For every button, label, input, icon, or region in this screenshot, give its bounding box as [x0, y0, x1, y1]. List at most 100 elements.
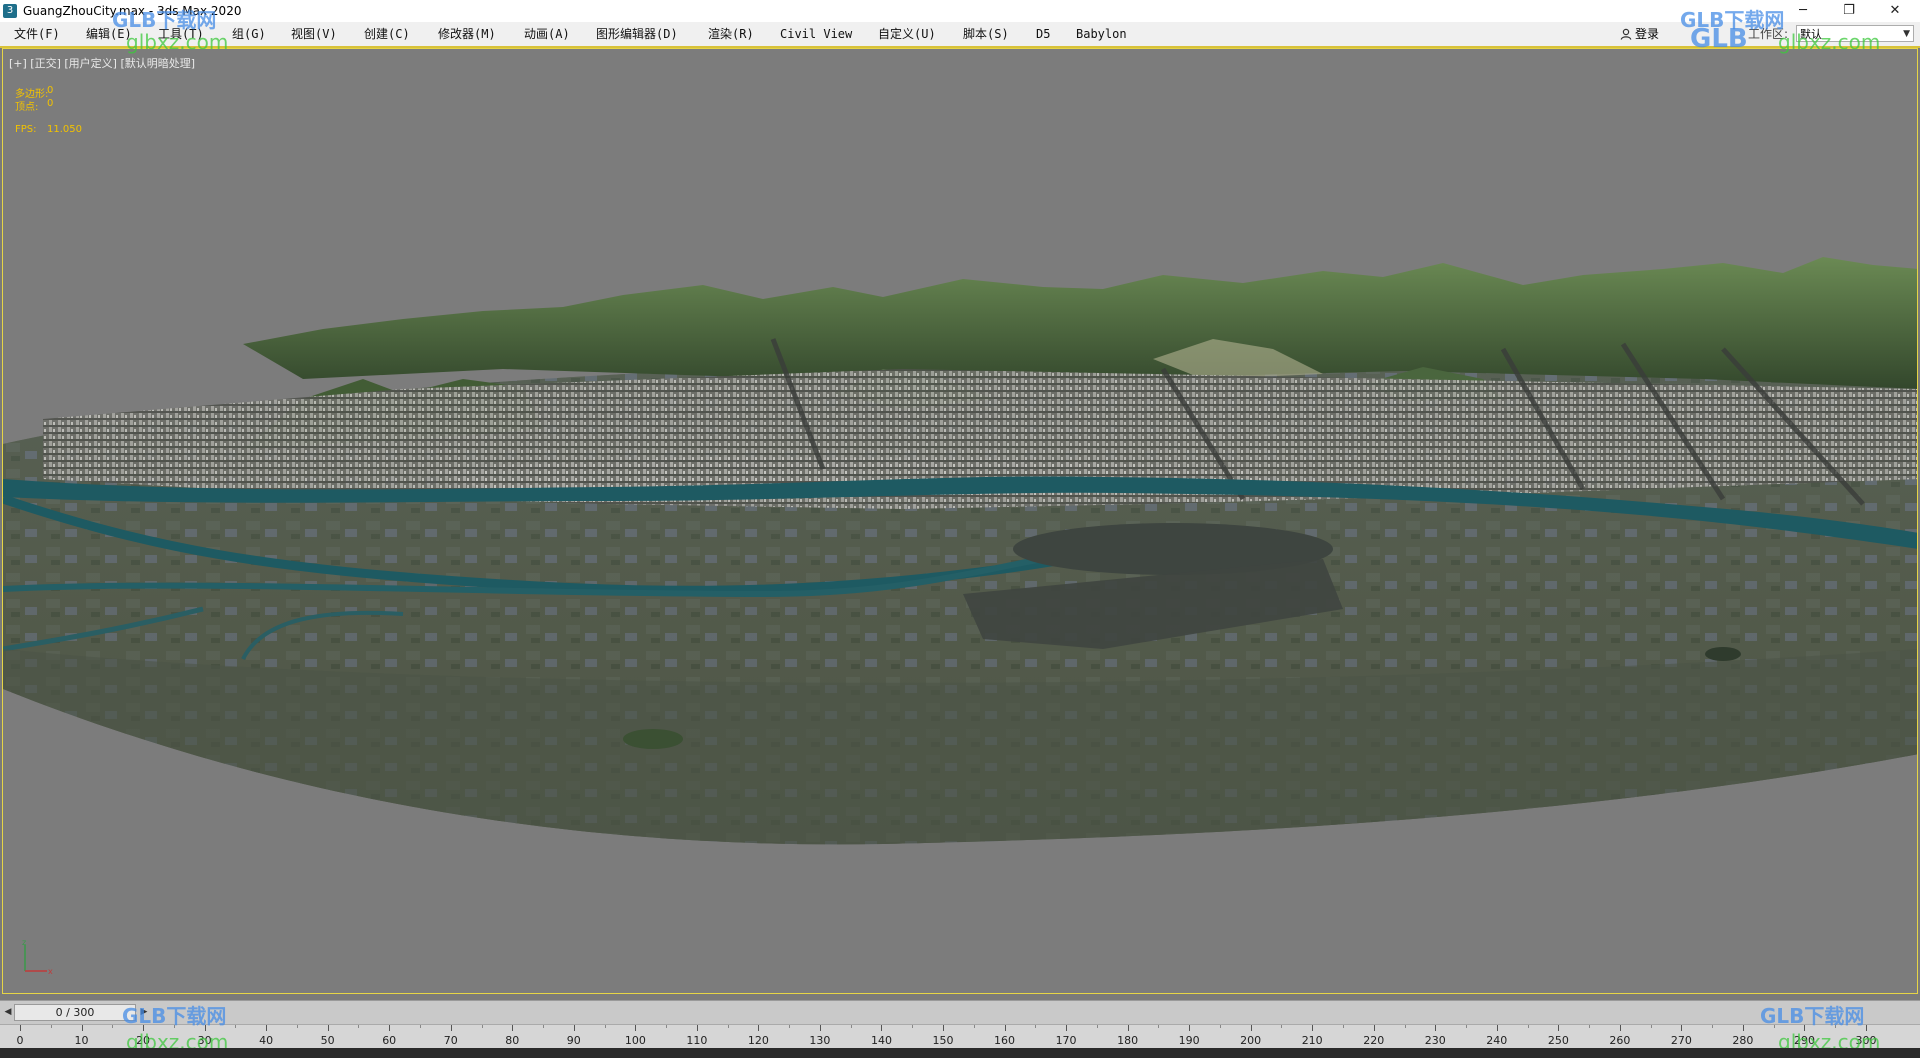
- timeline-tick-label: 160: [994, 1034, 1016, 1047]
- timeline-tick: [758, 1025, 760, 1031]
- fps-value: 11.050: [47, 124, 82, 135]
- timeline-tick: [1527, 1025, 1529, 1028]
- timeline-tick: [1373, 1025, 1375, 1031]
- timeline-tick: [512, 1025, 514, 1031]
- timeline-tick-label: 130: [809, 1034, 831, 1047]
- menu-animation[interactable]: 动画(A): [524, 22, 570, 46]
- user-icon: [1620, 28, 1632, 40]
- timeline-tick: [1589, 1025, 1591, 1028]
- timeline-tick: [881, 1025, 883, 1031]
- menu-customize[interactable]: 自定义(U): [878, 22, 936, 46]
- maximize-button[interactable]: ❐: [1826, 0, 1872, 22]
- timeline-tick: [1712, 1025, 1714, 1028]
- timeline-tick: [1312, 1025, 1314, 1031]
- timeline-tick: [1066, 1025, 1068, 1031]
- workspace-dropdown[interactable]: 默认 ▼: [1796, 25, 1914, 42]
- timeline-tick: [1004, 1025, 1006, 1031]
- timeline-tick: [1404, 1025, 1406, 1028]
- timeline-tick: [1342, 1025, 1344, 1028]
- timeline-tick: [419, 1025, 421, 1028]
- timeline-tick: [112, 1025, 114, 1028]
- menu-create[interactable]: 创建(C): [364, 22, 410, 46]
- timeline-tick: [1619, 1025, 1621, 1031]
- timeline-tick: [1435, 1025, 1437, 1031]
- timeline-tick-label: 90: [566, 1034, 581, 1047]
- timeline-tick-label: 70: [443, 1034, 458, 1047]
- timeline-tick: [1189, 1025, 1191, 1031]
- menu-civil-view[interactable]: Civil View: [780, 22, 852, 46]
- vertices-label: 顶点:: [15, 102, 39, 113]
- timeline-tick-label: 10: [74, 1034, 89, 1047]
- timeline-tick-label: 50: [320, 1034, 335, 1047]
- timeline-tick-label: 20: [136, 1034, 151, 1047]
- timeline-tick-label: 120: [747, 1034, 769, 1047]
- menu-babylon[interactable]: Babylon: [1076, 22, 1127, 46]
- timeline-tick-label: 180: [1117, 1034, 1139, 1047]
- timeline-tick-label: 40: [259, 1034, 274, 1047]
- timeline-tick-label: 300: [1855, 1034, 1877, 1047]
- timeline-tick: [1219, 1025, 1221, 1028]
- chevron-left-icon[interactable]: ◀: [2, 1004, 14, 1021]
- timeline-tick: [327, 1025, 329, 1031]
- timeline-tick: [696, 1025, 698, 1031]
- time-slider-bar: ◀ 0 / 300 ▶: [0, 1000, 1920, 1025]
- timeline-tick: [573, 1025, 575, 1031]
- timeline-tick: [296, 1025, 298, 1028]
- menu-view[interactable]: 视图(V): [291, 22, 337, 46]
- chevron-right-icon[interactable]: ▶: [138, 1004, 150, 1021]
- timeline-tick-label: 110: [686, 1034, 708, 1047]
- menu-group[interactable]: 组(G): [232, 22, 266, 46]
- timeline-tick: [666, 1025, 668, 1028]
- timeline-tick: [1035, 1025, 1037, 1028]
- timeline-tick: [1127, 1025, 1129, 1031]
- login-button[interactable]: 登录: [1620, 22, 1659, 46]
- menu-scripting[interactable]: 脚本(S): [963, 22, 1009, 46]
- close-button[interactable]: ✕: [1872, 0, 1918, 22]
- minimize-button[interactable]: ─: [1780, 0, 1826, 22]
- menu-rendering[interactable]: 渲染(R): [708, 22, 754, 46]
- time-slider[interactable]: 0 / 300: [14, 1004, 136, 1021]
- timeline-tick: [604, 1025, 606, 1028]
- chevron-down-icon: ▼: [1903, 29, 1910, 39]
- menu-tools[interactable]: 工具(T): [158, 22, 204, 46]
- timeline-tick-label: 170: [1055, 1034, 1077, 1047]
- menu-edit[interactable]: 编辑(E): [86, 22, 132, 46]
- timeline-tick-label: 220: [1363, 1034, 1385, 1047]
- timeline-tick: [50, 1025, 52, 1028]
- viewport-label[interactable]: [+] [正交] [用户定义] [默认明暗处理]: [9, 55, 195, 71]
- workspace-value: 默认: [1800, 28, 1822, 41]
- timeline-tick: [1866, 1025, 1867, 1031]
- title-bar: 3 GuangZhouCity.max - 3ds Max 2020 ─ ❐ ✕: [0, 0, 1920, 22]
- timeline-tick: [1558, 1025, 1560, 1031]
- axis-tripod-icon: z x: [22, 939, 53, 976]
- menu-d5[interactable]: D5: [1036, 22, 1050, 46]
- timeline-tick-label: 270: [1670, 1034, 1692, 1047]
- timeline-tick: [943, 1025, 944, 1031]
- login-label: 登录: [1635, 27, 1660, 41]
- timeline-tick: [1835, 1025, 1837, 1028]
- menu-graph-editors[interactable]: 图形编辑器(D): [596, 22, 678, 46]
- timeline-tick: [450, 1025, 452, 1031]
- menu-file[interactable]: 文件(F): [14, 22, 60, 46]
- timeline-tick: [143, 1025, 145, 1031]
- track-bar[interactable]: 0 10 20 30 40 50 60 70 80 90 100 110 120 130 140 150 160…: [0, 1024, 1920, 1049]
- timeline-tick: [81, 1025, 83, 1031]
- timeline-tick-label: 260: [1609, 1034, 1631, 1047]
- timeline-tick: [481, 1025, 483, 1028]
- menu-modifiers[interactable]: 修改器(M): [438, 22, 496, 46]
- axis-x-label: x: [48, 967, 53, 976]
- timeline-tick: [389, 1025, 391, 1031]
- timeline-tick: [204, 1025, 206, 1031]
- timeline-tick-label: 200: [1240, 1034, 1262, 1047]
- timeline-tick-label: 140: [870, 1034, 892, 1047]
- timeline-tick: [1742, 1025, 1744, 1031]
- timeline-tick: [727, 1025, 729, 1028]
- city-terrain-render: [3, 257, 1917, 845]
- axis-z-label: z: [22, 939, 26, 947]
- timeline-tick-label: 0: [16, 1034, 24, 1047]
- timeline-tick: [635, 1025, 637, 1031]
- timeline-tick: [1250, 1025, 1252, 1031]
- timeline-tick: [789, 1025, 791, 1028]
- perspective-viewport[interactable]: [+] [正交] [用户定义] [默认明暗处理] 多边形: 0 顶点: 0 FP…: [2, 48, 1918, 994]
- timeline-tick: [1773, 1025, 1775, 1028]
